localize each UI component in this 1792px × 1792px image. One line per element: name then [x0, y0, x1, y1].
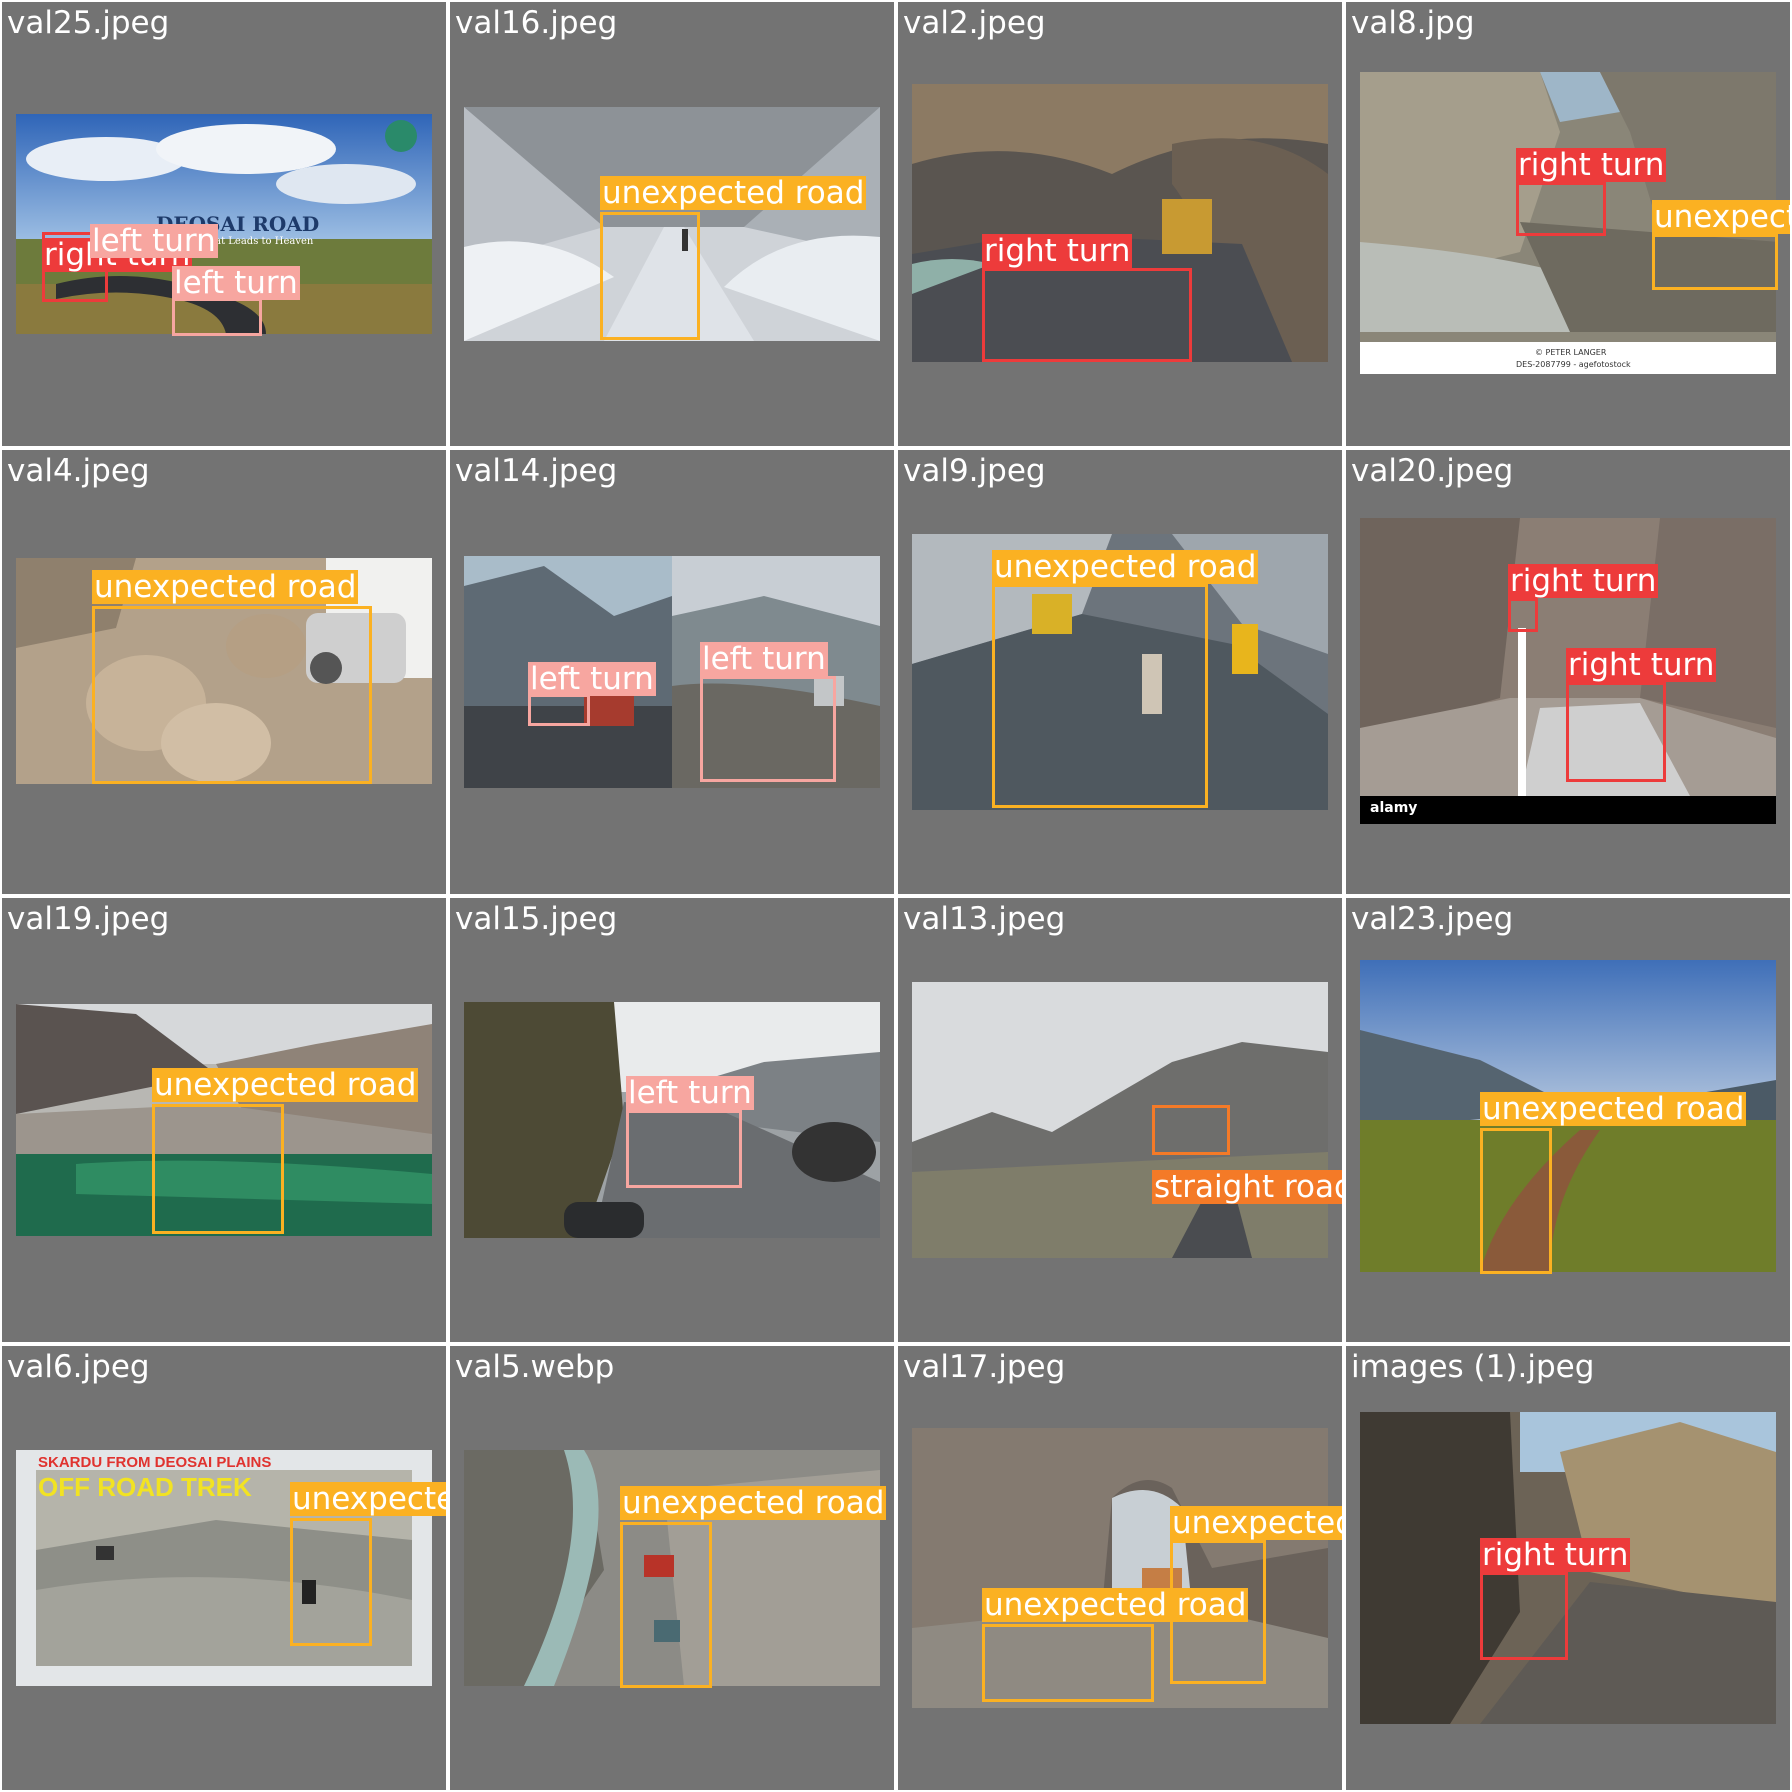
tile-filename: val20.jpeg [1351, 453, 1514, 489]
tile-filename: val5.webp [455, 1349, 615, 1385]
tile-val20: val20.jpeg alamy right turn right turn [1346, 450, 1790, 894]
bbox-left-turn [172, 298, 262, 336]
label-unexpected-road: unexpected road [1480, 1091, 1747, 1127]
tile-val13: val13.jpeg straight road [898, 898, 1342, 1342]
bbox-unexpected-road [600, 212, 700, 340]
label-left-turn: left turn [90, 223, 218, 259]
tile-filename: val14.jpeg [455, 453, 618, 489]
photo-credit: © PETER LANGER [1535, 348, 1607, 357]
bbox-unexpected-road [92, 606, 372, 784]
label-left-turn: left turn [528, 661, 656, 697]
tile-val23: val23.jpeg unexpected road [1346, 898, 1790, 1342]
photo-subtitle: That Leads to Heaven [202, 236, 314, 247]
label-unexpected-road: unexpected road [1170, 1506, 1342, 1540]
label-left-turn: left turn [626, 1075, 754, 1111]
tile-filename: val13.jpeg [903, 901, 1066, 937]
tile-filename: val2.jpeg [903, 5, 1046, 41]
bbox-unexpected-road [1652, 234, 1778, 290]
photo-brand: alamy [1370, 800, 1418, 816]
label-unexpected-road: unexpected road [290, 1482, 446, 1516]
bbox-straight-road [1152, 1105, 1230, 1155]
photo-credit: DES-2087799 - agefotostock [1516, 360, 1631, 369]
tile-val6: val6.jpeg SKARDU FROM DEOSAI PLAINS OFF … [2, 1346, 446, 1790]
label-right-turn: right turn [1566, 647, 1717, 683]
tile-images-1: images (1).jpeg right turn [1346, 1346, 1790, 1790]
bbox-unexpected-road [992, 584, 1208, 808]
label-right-turn: right turn [1480, 1537, 1631, 1573]
tile-filename: val23.jpeg [1351, 901, 1514, 937]
tile-filename: val25.jpeg [7, 5, 170, 41]
tile-val15: val15.jpeg left turn [450, 898, 894, 1342]
tile-val19: val19.jpeg unexpected road [2, 898, 446, 1342]
tile-val5: val5.webp unexpected road [450, 1346, 894, 1790]
label-straight-road: straight road [1152, 1170, 1342, 1204]
tile-filename: val19.jpeg [7, 901, 170, 937]
label-unexpected-road: unexpected road [982, 1587, 1249, 1623]
bbox-left-turn [700, 676, 836, 782]
photo-title: OFF ROAD TREK [38, 1472, 252, 1502]
bbox-right-turn [982, 268, 1192, 362]
label-right-turn: right turn [1516, 147, 1667, 183]
bbox-right-turn [1480, 1572, 1568, 1660]
tile-filename: val4.jpeg [7, 453, 150, 489]
tile-filename: val17.jpeg [903, 1349, 1066, 1385]
tile-val4: val4.jpeg unexpected road [2, 450, 446, 894]
tile-filename: val16.jpeg [455, 5, 618, 41]
detection-grid: val25.jpeg DEOSAI ROAD That Leads to Hea… [0, 0, 1792, 1792]
bbox-right-turn [1516, 182, 1606, 236]
label-unexpected-road: unexpected road [992, 549, 1259, 585]
tile-val25: val25.jpeg DEOSAI ROAD That Leads to Hea… [2, 2, 446, 446]
bbox-unexpected-road [290, 1518, 372, 1646]
photo-val13 [912, 982, 1328, 1258]
bbox-left-turn [528, 694, 590, 726]
label-unexpected-road: unexpected road [620, 1485, 887, 1521]
tile-filename: val15.jpeg [455, 901, 618, 937]
label-right-turn: right turn [1508, 563, 1659, 599]
bbox-unexpected-road [620, 1522, 712, 1688]
label-left-turn: left turn [172, 265, 300, 301]
tile-val16: val16.jpeg unexpected road [450, 2, 894, 446]
tile-val2: val2.jpeg right turn [898, 2, 1342, 446]
label-unexpected-road: unexpected road [152, 1067, 419, 1103]
tile-filename: val9.jpeg [903, 453, 1046, 489]
tile-filename: val6.jpeg [7, 1349, 150, 1385]
bbox-unexpected-road [1480, 1128, 1552, 1274]
tile-val8: val8.jpg © PETER LANGER DES-2087799 - ag… [1346, 2, 1790, 446]
label-right-turn: right turn [982, 233, 1133, 269]
tile-val17: val17.jpeg unexpected road unexpected ro… [898, 1346, 1342, 1790]
label-unexpected-road: unexpected road [92, 569, 359, 605]
bbox-right-turn [1566, 682, 1666, 782]
label-left-turn: left turn [700, 641, 828, 677]
photo-title: SKARDU FROM DEOSAI PLAINS [38, 1454, 272, 1471]
bbox-unexpected-road [982, 1624, 1154, 1702]
bbox-right-turn [1508, 598, 1538, 632]
tile-val9: val9.jpeg unexpected road [898, 450, 1342, 894]
label-unexpected-road: unexpected road [600, 175, 867, 211]
tile-val14: val14.jpeg left turn left turn [450, 450, 894, 894]
bbox-left-turn [626, 1110, 742, 1188]
tile-filename: images (1).jpeg [1351, 1349, 1595, 1385]
tile-filename: val8.jpg [1351, 5, 1475, 41]
label-unexpected-road: unexpect [1652, 200, 1790, 234]
bbox-unexpected-road [152, 1104, 284, 1234]
